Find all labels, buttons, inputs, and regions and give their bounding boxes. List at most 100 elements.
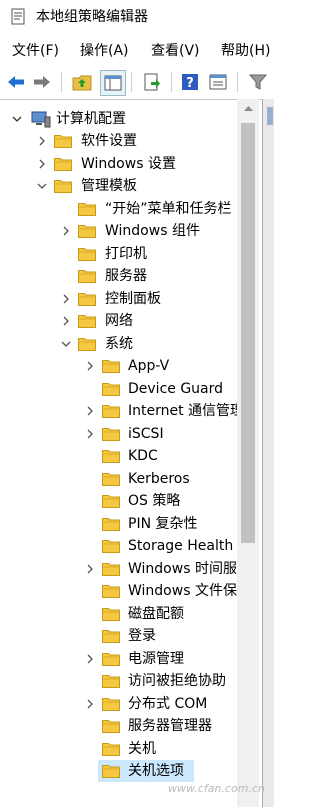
menu-action[interactable]: 操作(A): [80, 41, 129, 61]
forward-icon: [34, 76, 50, 88]
back-button[interactable]: [4, 70, 28, 94]
back-icon: [8, 76, 24, 88]
folder-icon: [78, 225, 96, 238]
chevron-right-icon: [87, 406, 93, 416]
tree-expander[interactable]: [84, 558, 96, 580]
computer-icon: [31, 111, 51, 128]
chevron-right-icon: [39, 136, 45, 146]
menu-file[interactable]: 文件(F): [12, 41, 59, 61]
tree-item-label[interactable]: 磁盘配额: [128, 603, 184, 625]
tree-item-label[interactable]: iSCSI: [128, 423, 164, 445]
show-hide-tree-icon: [104, 75, 122, 91]
folder-icon: [78, 293, 96, 306]
forward-button[interactable]: [30, 70, 54, 94]
folder-icon: [102, 743, 120, 756]
toolbar: ?: [0, 66, 273, 98]
chevron-down-icon: [61, 341, 71, 347]
chevron-right-icon: [87, 699, 93, 709]
scrollbar-thumb[interactable]: [241, 123, 255, 543]
tree-expander[interactable]: [84, 423, 96, 445]
filter-button[interactable]: [246, 70, 270, 94]
chevron-right-icon: [39, 159, 45, 169]
up-folder-icon: [72, 75, 92, 91]
scroll-up-button[interactable]: [237, 99, 259, 117]
folder-icon: [102, 630, 120, 643]
menu-help[interactable]: 帮助(H): [221, 41, 270, 61]
menu-view[interactable]: 查看(V): [151, 41, 200, 61]
tree-scrollbar[interactable]: [237, 99, 259, 807]
tree-item-label[interactable]: Windows 文件保护: [128, 580, 251, 602]
folder-icon: [78, 338, 96, 351]
tree-item-label[interactable]: Storage Health: [128, 535, 233, 557]
tree-item-label[interactable]: 管理模板: [81, 175, 137, 197]
folder-icon: [102, 720, 120, 733]
folder-icon: [102, 608, 120, 621]
folder-icon: [102, 563, 120, 576]
tree-expander[interactable]: [36, 153, 48, 175]
folder-icon: [102, 450, 120, 463]
show-hide-tree-button[interactable]: [100, 70, 126, 96]
folder-icon: [78, 203, 96, 216]
folder-icon: [78, 248, 96, 261]
tree-item-label[interactable]: “开始”菜单和任务栏: [105, 198, 232, 220]
tree-item-label[interactable]: 访问被拒绝协助: [128, 670, 226, 692]
tree-expander[interactable]: [84, 400, 96, 422]
tree-item-label[interactable]: App-V: [128, 355, 169, 377]
help-button[interactable]: ?: [178, 70, 202, 94]
tree-item-label[interactable]: 分布式 COM: [128, 693, 207, 715]
tree-item-label[interactable]: Device Guard: [128, 378, 223, 400]
tree-expander[interactable]: [84, 693, 96, 715]
tree-item-label[interactable]: Kerberos: [128, 468, 190, 490]
tree-item-label[interactable]: 电源管理: [128, 648, 184, 670]
tree-item-label[interactable]: 关机: [128, 738, 156, 760]
tree-item-label[interactable]: PIN 复杂性: [128, 513, 198, 535]
tree-expander[interactable]: [60, 310, 72, 332]
folder-icon: [102, 473, 120, 486]
folder-icon: [102, 405, 120, 418]
tree-expander[interactable]: [60, 288, 72, 310]
tree-expander[interactable]: [84, 355, 96, 377]
help-icon: ?: [182, 74, 198, 91]
tree-expander[interactable]: [36, 175, 48, 197]
export-list-button[interactable]: [140, 70, 164, 94]
tree-item-label[interactable]: 服务器管理器: [128, 715, 212, 737]
folder-icon: [102, 518, 120, 531]
tree-item-label[interactable]: Internet 通信管理: [128, 400, 244, 422]
folder-icon: [102, 360, 120, 373]
tree-item-label[interactable]: Windows 组件: [105, 220, 200, 242]
tree-item-label[interactable]: Windows 时间服务: [128, 558, 251, 580]
tree-expander[interactable]: [84, 648, 96, 670]
tree-expander[interactable]: [60, 333, 72, 355]
details-pane-header: [267, 107, 273, 125]
folder-icon: [102, 698, 120, 711]
tree-item-label[interactable]: Windows 设置: [81, 153, 176, 175]
tree-item-label[interactable]: 登录: [128, 625, 156, 647]
policy-editor-icon: [11, 8, 25, 25]
folder-icon: [102, 383, 120, 396]
tree-item-label[interactable]: 系统: [105, 333, 133, 355]
tree-root-label[interactable]: 计算机配置: [56, 108, 126, 130]
up-button[interactable]: [70, 70, 94, 94]
filter-icon: [249, 74, 267, 90]
tree-item-label[interactable]: KDC: [128, 445, 158, 467]
chevron-right-icon: [87, 361, 93, 371]
folder-icon: [102, 653, 120, 666]
tree-item-label[interactable]: 关机选项: [128, 760, 184, 782]
tree-item-label[interactable]: OS 策略: [128, 490, 180, 512]
menu-bar: 文件(F) 操作(A) 查看(V) 帮助(H): [0, 38, 273, 66]
svg-text:?: ?: [186, 76, 194, 91]
chevron-right-icon: [63, 294, 69, 304]
watermark: www.cfan.com.cn: [168, 782, 265, 795]
tree-expander[interactable]: [36, 130, 48, 152]
folder-icon: [54, 180, 72, 193]
properties-button[interactable]: [206, 70, 230, 94]
folder-icon: [54, 158, 72, 171]
tree-item-label[interactable]: 打印机: [105, 243, 147, 265]
tree-item-label[interactable]: 控制面板: [105, 288, 161, 310]
tree-item-label[interactable]: 软件设置: [81, 130, 137, 152]
root-expand-chevron[interactable]: [11, 108, 23, 130]
tree-item-label[interactable]: 服务器: [105, 265, 147, 287]
tree-expander[interactable]: [60, 220, 72, 242]
folder-icon: [78, 315, 96, 328]
tree-item-label[interactable]: 网络: [105, 310, 133, 332]
